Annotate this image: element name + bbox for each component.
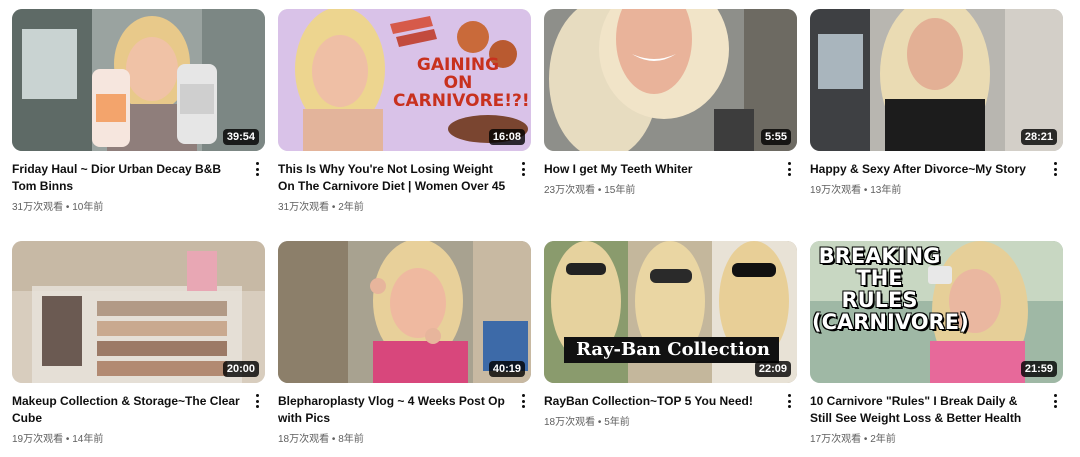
- upload-age: 10年前: [72, 202, 104, 213]
- more-actions-icon[interactable]: [517, 162, 529, 176]
- video-duration: 21:59: [1020, 361, 1057, 377]
- video-card[interactable]: 39:54 Friday Haul ~ Dior Urban Decay B&B…: [12, 9, 265, 213]
- video-card[interactable]: BREAKING THE RULES (CARNIVORE) 21:59 10 …: [810, 241, 1063, 445]
- video-info: RayBan Collection~TOP 5 You Need! 18万次观看…: [544, 383, 797, 428]
- video-meta: 18万次观看 • 5年前: [544, 413, 797, 428]
- video-thumbnail[interactable]: BREAKING THE RULES (CARNIVORE) 21:59: [810, 241, 1063, 383]
- video-card[interactable]: GAINING ON CARNIVORE!?! 16:08 This Is Wh…: [278, 9, 531, 213]
- video-title[interactable]: How I get My Teeth Whiter: [544, 161, 772, 178]
- video-meta: 18万次观看 • 8年前: [278, 430, 531, 445]
- video-meta: 31万次观看 • 2年前: [278, 198, 531, 213]
- upload-age: 2年前: [338, 202, 364, 213]
- view-count: 17万次观看: [810, 434, 862, 445]
- video-title[interactable]: Makeup Collection & Storage~The Clear Cu…: [12, 393, 240, 427]
- more-actions-icon[interactable]: [517, 394, 529, 408]
- video-title[interactable]: Friday Haul ~ Dior Urban Decay B&B Tom B…: [12, 161, 240, 195]
- meta-separator: •: [597, 185, 602, 196]
- video-info: Friday Haul ~ Dior Urban Decay B&B Tom B…: [12, 151, 265, 213]
- video-duration: 16:08: [488, 129, 525, 145]
- video-title[interactable]: RayBan Collection~TOP 5 You Need!: [544, 393, 772, 410]
- video-thumbnail[interactable]: 20:00: [12, 241, 265, 383]
- video-card[interactable]: 28:21 Happy & Sexy After Divorce~My Stor…: [810, 9, 1063, 196]
- more-actions-icon[interactable]: [251, 162, 263, 176]
- meta-separator: •: [863, 434, 868, 445]
- video-thumbnail[interactable]: 40:19: [278, 241, 531, 383]
- more-actions-icon[interactable]: [783, 162, 795, 176]
- upload-age: 2年前: [870, 434, 896, 445]
- meta-separator: •: [863, 185, 868, 196]
- thumbnail-overlay-text: GAINING ON CARNIVORE!?!: [393, 55, 530, 111]
- meta-separator: •: [331, 434, 336, 445]
- video-card[interactable]: Ray-Ban Collection 22:09 RayBan Collecti…: [544, 241, 797, 428]
- view-count: 31万次观看: [12, 202, 64, 213]
- view-count: 31万次观看: [278, 202, 330, 213]
- upload-age: 15年前: [604, 185, 636, 196]
- video-duration: 20:00: [222, 361, 259, 377]
- video-info: Makeup Collection & Storage~The Clear Cu…: [12, 383, 265, 445]
- video-thumbnail[interactable]: Ray-Ban Collection 22:09: [544, 241, 797, 383]
- more-actions-icon[interactable]: [251, 394, 263, 408]
- upload-age: 8年前: [338, 434, 364, 445]
- video-duration: 40:19: [488, 361, 525, 377]
- meta-separator: •: [331, 202, 336, 213]
- upload-age: 13年前: [870, 185, 902, 196]
- video-duration: 5:55: [760, 129, 791, 145]
- video-duration: 39:54: [222, 129, 259, 145]
- thumbnail-image: [544, 9, 797, 151]
- video-info: This Is Why You're Not Losing Weight On …: [278, 151, 531, 213]
- more-actions-icon[interactable]: [1049, 162, 1061, 176]
- video-thumbnail[interactable]: 5:55: [544, 9, 797, 151]
- meta-separator: •: [597, 417, 602, 428]
- meta-separator: •: [65, 434, 70, 445]
- video-meta: 19万次观看 • 14年前: [12, 430, 265, 445]
- video-card[interactable]: 20:00 Makeup Collection & Storage~The Cl…: [12, 241, 265, 445]
- thumbnail-overlay-text: BREAKING THE RULES (CARNIVORE): [812, 244, 969, 335]
- video-title[interactable]: This Is Why You're Not Losing Weight On …: [278, 161, 506, 195]
- video-duration: 28:21: [1020, 129, 1057, 145]
- video-info: Happy & Sexy After Divorce~My Story 19万次…: [810, 151, 1063, 196]
- video-grid: 39:54 Friday Haul ~ Dior Urban Decay B&B…: [0, 0, 1080, 457]
- video-info: Blepharoplasty Vlog ~ 4 Weeks Post Op wi…: [278, 383, 531, 445]
- video-info: 10 Carnivore "Rules" I Break Daily & Sti…: [810, 383, 1063, 445]
- more-actions-icon[interactable]: [783, 394, 795, 408]
- video-title[interactable]: Happy & Sexy After Divorce~My Story: [810, 161, 1038, 178]
- more-actions-icon[interactable]: [1049, 394, 1061, 408]
- video-card[interactable]: 5:55 How I get My Teeth Whiter 23万次观看 • …: [544, 9, 797, 196]
- video-meta: 19万次观看 • 13年前: [810, 181, 1063, 196]
- video-thumbnail[interactable]: GAINING ON CARNIVORE!?! 16:08: [278, 9, 531, 151]
- view-count: 18万次观看: [544, 417, 596, 428]
- meta-separator: •: [65, 202, 70, 213]
- video-meta: 17万次观看 • 2年前: [810, 430, 1063, 445]
- view-count: 23万次观看: [544, 185, 596, 196]
- video-title[interactable]: Blepharoplasty Vlog ~ 4 Weeks Post Op wi…: [278, 393, 506, 427]
- video-title[interactable]: 10 Carnivore "Rules" I Break Daily & Sti…: [810, 393, 1038, 427]
- upload-age: 14年前: [72, 434, 104, 445]
- video-meta: 31万次观看 • 10年前: [12, 198, 265, 213]
- view-count: 19万次观看: [12, 434, 64, 445]
- video-meta: 23万次观看 • 15年前: [544, 181, 797, 196]
- video-duration: 22:09: [754, 361, 791, 377]
- view-count: 18万次观看: [278, 434, 330, 445]
- video-card[interactable]: 40:19 Blepharoplasty Vlog ~ 4 Weeks Post…: [278, 241, 531, 445]
- video-thumbnail[interactable]: 39:54: [12, 9, 265, 151]
- upload-age: 5年前: [604, 417, 630, 428]
- video-thumbnail[interactable]: 28:21: [810, 9, 1063, 151]
- video-info: How I get My Teeth Whiter 23万次观看 • 15年前: [544, 151, 797, 196]
- thumbnail-overlay-text: Ray-Ban Collection: [576, 339, 770, 360]
- view-count: 19万次观看: [810, 185, 862, 196]
